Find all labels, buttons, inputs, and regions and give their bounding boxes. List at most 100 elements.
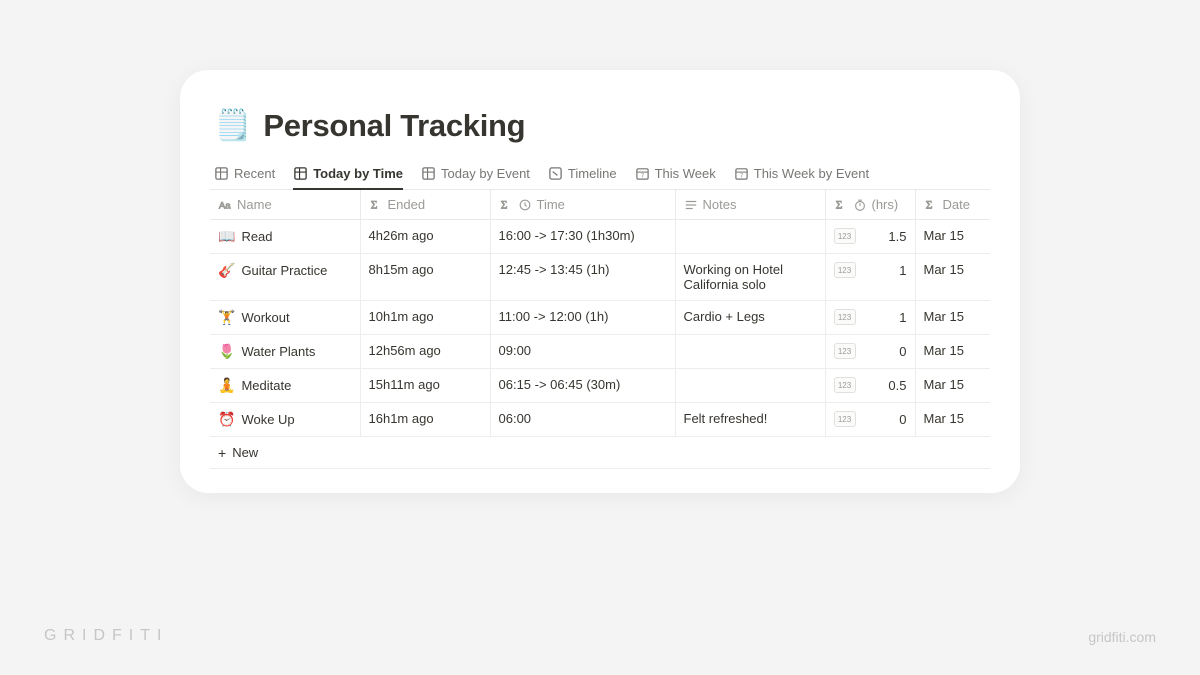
col-header-ended[interactable]: Ended — [360, 190, 490, 220]
tab-label: This Week by Event — [754, 166, 869, 181]
row-date: Mar 15 — [915, 220, 990, 254]
row-notes: Cardio + Legs — [675, 301, 825, 335]
row-hrs: 0.5 — [883, 378, 907, 393]
col-label: Date — [943, 197, 970, 212]
row-name: Water Plants — [241, 344, 315, 359]
row-emoji: 🎸 — [218, 262, 235, 279]
col-label: (hrs) — [872, 197, 899, 212]
table-row[interactable]: 📖 Read 4h26m ago16:00 -> 17:30 (1h30m) 123 1… — [210, 220, 990, 254]
new-row[interactable]: + New — [210, 437, 990, 469]
number-badge: 123 — [834, 309, 856, 325]
table-row[interactable]: 🏋️ Workout 10h1m ago11:00 -> 12:00 (1h)Car… — [210, 301, 990, 335]
row-notes: Felt refreshed! — [675, 403, 825, 437]
page-title-row: 🗒️ Personal Tracking — [210, 108, 990, 144]
col-header-date[interactable]: Date — [915, 190, 990, 220]
row-name: Workout — [241, 310, 289, 325]
table-icon — [293, 166, 308, 181]
number-badge: 123 — [834, 377, 856, 393]
table-row[interactable]: 🌷 Water Plants 12h56m ago09:00 123 0 Mar 15 — [210, 335, 990, 369]
tab-today-by-event[interactable]: Today by Event — [421, 166, 530, 190]
row-ended: 16h1m ago — [360, 403, 490, 437]
tracking-card: 🗒️ Personal Tracking Recent Today by Time… — [180, 70, 1020, 493]
tab-label: Recent — [234, 166, 275, 181]
row-ended: 8h15m ago — [360, 254, 490, 301]
row-notes — [675, 220, 825, 254]
row-time: 06:15 -> 06:45 (30m) — [490, 369, 675, 403]
footer-brand: GRIDFITI — [44, 627, 168, 645]
row-ended: 12h56m ago — [360, 335, 490, 369]
calendar-icon — [734, 166, 749, 181]
tab-label: Today by Time — [313, 166, 403, 181]
row-date: Mar 15 — [915, 335, 990, 369]
row-notes — [675, 369, 825, 403]
tab-label: Today by Event — [441, 166, 530, 181]
row-hrs: 0 — [883, 344, 907, 359]
col-header-time[interactable]: Time — [490, 190, 675, 220]
row-emoji: 🏋️ — [218, 309, 235, 326]
stopwatch-icon — [853, 198, 867, 212]
number-badge: 123 — [834, 262, 856, 278]
col-header-hrs[interactable]: (hrs) — [825, 190, 915, 220]
row-hrs: 1 — [883, 263, 907, 278]
tab-this-week-by-event[interactable]: This Week by Event — [734, 166, 869, 190]
row-ended: 4h26m ago — [360, 220, 490, 254]
footer-url: gridfiti.com — [1088, 629, 1156, 645]
row-time: 06:00 — [490, 403, 675, 437]
new-row-label: New — [232, 445, 258, 460]
sigma-icon — [499, 198, 513, 212]
col-label: Name — [237, 197, 272, 212]
tab-timeline[interactable]: Timeline — [548, 166, 617, 190]
number-badge: 123 — [834, 411, 856, 427]
row-notes — [675, 335, 825, 369]
row-time: 11:00 -> 12:00 (1h) — [490, 301, 675, 335]
page-title[interactable]: Personal Tracking — [263, 108, 525, 144]
sigma-icon — [834, 198, 848, 212]
row-emoji: 📖 — [218, 228, 235, 245]
row-notes: Working on Hotel California solo — [675, 254, 825, 301]
row-date: Mar 15 — [915, 301, 990, 335]
row-name: Woke Up — [241, 412, 294, 427]
number-badge: 123 — [834, 343, 856, 359]
table-row[interactable]: 🧘 Meditate 15h11m ago06:15 -> 06:45 (30m) 1… — [210, 369, 990, 403]
page-icon[interactable]: 🗒️ — [214, 111, 251, 141]
row-name: Read — [241, 229, 272, 244]
row-date: Mar 15 — [915, 403, 990, 437]
plus-icon: + — [218, 446, 226, 460]
text-icon — [218, 198, 232, 212]
row-ended: 15h11m ago — [360, 369, 490, 403]
calendar-icon — [635, 166, 650, 181]
row-time: 12:45 -> 13:45 (1h) — [490, 254, 675, 301]
row-hrs: 1 — [883, 310, 907, 325]
table-row[interactable]: 🎸 Guitar Practice 8h15m ago12:45 -> 13:45 … — [210, 254, 990, 301]
tab-recent[interactable]: Recent — [214, 166, 275, 190]
row-emoji: 🧘 — [218, 377, 235, 394]
table-row[interactable]: ⏰Woke Up16h1m ago06:00Felt refreshed!123… — [210, 403, 990, 437]
row-date: Mar 15 — [915, 369, 990, 403]
view-tabs: Recent Today by Time Today by Event Timelin… — [210, 166, 990, 190]
row-name: Meditate — [241, 378, 291, 393]
row-emoji: 🌷 — [218, 343, 235, 360]
row-time: 09:00 — [490, 335, 675, 369]
tab-this-week[interactable]: This Week — [635, 166, 716, 190]
timeline-icon — [548, 166, 563, 181]
sigma-icon — [369, 198, 383, 212]
col-header-notes[interactable]: Notes — [675, 190, 825, 220]
number-badge: 123 — [834, 228, 856, 244]
sigma-icon — [924, 198, 938, 212]
lines-icon — [684, 198, 698, 212]
col-label: Notes — [703, 197, 737, 212]
row-hrs: 1.5 — [883, 229, 907, 244]
table-icon — [421, 166, 436, 181]
clock-icon — [518, 198, 532, 212]
row-date: Mar 15 — [915, 254, 990, 301]
col-label: Ended — [388, 197, 426, 212]
col-header-name[interactable]: Name — [210, 190, 360, 220]
tracking-table: Name Ended Time — [210, 190, 990, 469]
row-ended: 10h1m ago — [360, 301, 490, 335]
tab-today-by-time[interactable]: Today by Time — [293, 166, 403, 190]
tab-label: This Week — [655, 166, 716, 181]
row-time: 16:00 -> 17:30 (1h30m) — [490, 220, 675, 254]
row-name: Guitar Practice — [241, 263, 327, 278]
tab-label: Timeline — [568, 166, 617, 181]
table-icon — [214, 166, 229, 181]
